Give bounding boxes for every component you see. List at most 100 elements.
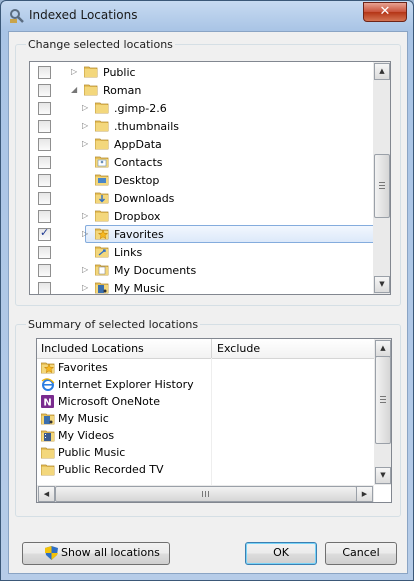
- tree-vertical-scrollbar[interactable]: ▲ ▼: [373, 62, 390, 294]
- column-exclude[interactable]: Exclude: [217, 342, 260, 355]
- location-checkbox[interactable]: [38, 66, 51, 79]
- collapse-arrow-icon[interactable]: ◢: [71, 85, 79, 95]
- summary-scroll-right-button[interactable]: ▶: [356, 486, 373, 502]
- tree-node-label[interactable]: My Documents: [114, 264, 196, 277]
- expand-arrow-icon[interactable]: ▷: [71, 67, 79, 77]
- tree-node-label[interactable]: Roman: [103, 84, 141, 97]
- tree-node-label[interactable]: My Music: [114, 282, 165, 294]
- tree-scroll-down-button[interactable]: ▼: [374, 276, 390, 293]
- tree-row[interactable]: ▷ Dropbox: [30, 208, 372, 226]
- location-checkbox[interactable]: [38, 226, 51, 241]
- tree-node-label[interactable]: .thumbnails: [114, 120, 179, 133]
- summary-location-label: Internet Explorer History: [58, 378, 194, 391]
- tree-row[interactable]: ▷ AppData: [30, 136, 372, 154]
- tree-row[interactable]: Links: [30, 244, 372, 262]
- locations-tree[interactable]: ▷ My Music ▷ My Documents Links ▷ Favorites ▷ Dr…: [29, 61, 391, 295]
- indexed-locations-window: Indexed Locations ✕ Change selected loca…: [0, 0, 414, 581]
- folder-icon: [41, 447, 55, 459]
- expand-arrow-icon[interactable]: ▷: [82, 229, 90, 239]
- summary-header: Included Locations Exclude: [37, 339, 374, 359]
- folder-icon: [95, 120, 109, 132]
- expand-arrow-icon[interactable]: ▷: [82, 265, 90, 275]
- contacts-folder-icon: [95, 156, 109, 168]
- tree-scroll-up-button[interactable]: ▲: [374, 63, 390, 80]
- summary-location-label: Public Recorded TV: [58, 463, 164, 476]
- location-checkbox[interactable]: [38, 102, 51, 115]
- tree-node-label[interactable]: Public: [103, 66, 136, 79]
- cancel-button[interactable]: Cancel: [325, 542, 397, 565]
- expand-arrow-icon[interactable]: ▷: [82, 103, 90, 113]
- uac-shield-icon: [45, 546, 58, 560]
- indexing-options-icon: [10, 9, 24, 23]
- expand-arrow-icon[interactable]: ▷: [82, 139, 90, 149]
- location-checkbox[interactable]: [38, 264, 51, 277]
- window-title: Indexed Locations: [29, 8, 138, 22]
- desktop-folder-icon: [95, 174, 109, 186]
- summary-vertical-scrollbar[interactable]: ▲ ▼: [374, 339, 391, 485]
- ok-button[interactable]: OK: [245, 542, 317, 565]
- summary-hscroll-thumb[interactable]: [55, 486, 357, 502]
- summary-location-label: Microsoft OneNote: [58, 395, 160, 408]
- tree-row[interactable]: ▷ Public: [30, 64, 372, 82]
- tree-node-label[interactable]: Dropbox: [114, 210, 160, 223]
- summary-location-label: Favorites: [58, 361, 108, 374]
- tree-node-label[interactable]: .gimp-2.6: [114, 102, 167, 115]
- close-button[interactable]: ✕: [363, 2, 407, 22]
- location-checkbox[interactable]: [38, 120, 51, 133]
- summary-horizontal-scrollbar[interactable]: ◀ ▶: [37, 485, 374, 502]
- tree-row[interactable]: Downloads: [30, 190, 372, 208]
- videos-folder-icon: [41, 430, 55, 442]
- expand-arrow-icon[interactable]: ▷: [82, 121, 90, 131]
- show-all-locations-button[interactable]: Show all locations: [22, 542, 170, 565]
- internet-explorer-icon: [41, 378, 55, 391]
- folder-icon: [95, 102, 109, 114]
- downloads-folder-icon: [95, 192, 109, 204]
- folder-icon: [84, 84, 98, 96]
- summary-label: Summary of selected locations: [26, 318, 201, 331]
- summary-list[interactable]: Included Locations Exclude Favorites Inte…: [36, 338, 392, 503]
- summary-scroll-thumb[interactable]: [375, 356, 391, 444]
- tree-node-label[interactable]: Links: [114, 246, 142, 259]
- tree-node-label[interactable]: Downloads: [114, 192, 174, 205]
- folder-icon: [95, 138, 109, 150]
- location-checkbox[interactable]: [38, 156, 51, 169]
- tree-row[interactable]: ▷ .gimp-2.6: [30, 100, 372, 118]
- location-checkbox[interactable]: [38, 246, 51, 259]
- tree-node-label[interactable]: Favorites: [114, 228, 164, 241]
- tree-scroll-thumb[interactable]: [374, 154, 390, 218]
- tree-row[interactable]: ▷ .thumbnails: [30, 118, 372, 136]
- column-included-locations[interactable]: Included Locations: [41, 342, 144, 355]
- tree-row[interactable]: Desktop: [30, 172, 372, 190]
- location-checkbox[interactable]: [38, 174, 51, 187]
- expand-arrow-icon[interactable]: ▷: [82, 211, 90, 221]
- tree-node-label[interactable]: AppData: [114, 138, 162, 151]
- documents-folder-icon: [95, 264, 109, 276]
- location-checkbox[interactable]: [38, 84, 51, 97]
- summary-scroll-left-button[interactable]: ◀: [38, 486, 55, 502]
- favorites-folder-icon: [41, 362, 55, 374]
- tree-row[interactable]: ◢ Roman: [30, 82, 372, 100]
- tree-row[interactable]: ▷ My Documents: [30, 262, 372, 280]
- title-bar[interactable]: Indexed Locations ✕: [1, 1, 413, 31]
- tree-row[interactable]: ▷ Favorites: [30, 225, 390, 244]
- location-checkbox[interactable]: [38, 192, 51, 205]
- summary-scroll-down-button[interactable]: ▼: [375, 467, 391, 484]
- show-all-label: Show all locations: [61, 546, 160, 559]
- summary-location-label: Public Music: [58, 446, 126, 459]
- expand-arrow-icon[interactable]: ▷: [82, 283, 90, 293]
- tree-node-label[interactable]: Contacts: [114, 156, 163, 169]
- folder-icon: [95, 210, 109, 222]
- location-checkbox[interactable]: [38, 210, 51, 223]
- location-checkbox[interactable]: [38, 282, 51, 294]
- favorites-folder-icon: [95, 228, 109, 240]
- location-checkbox[interactable]: [38, 138, 51, 151]
- summary-location-label: My Music: [58, 412, 109, 425]
- onenote-icon: N: [41, 395, 54, 409]
- tree-row[interactable]: ▷ My Music: [30, 280, 372, 294]
- change-locations-label: Change selected locations: [26, 38, 175, 51]
- tree-node-label[interactable]: Desktop: [114, 174, 159, 187]
- dialog-body: Change selected locations ▷ My Music ▷ My D…: [8, 31, 408, 574]
- svg-text:N: N: [43, 398, 51, 409]
- summary-scroll-up-button[interactable]: ▲: [375, 340, 391, 357]
- tree-row[interactable]: Contacts: [30, 154, 372, 172]
